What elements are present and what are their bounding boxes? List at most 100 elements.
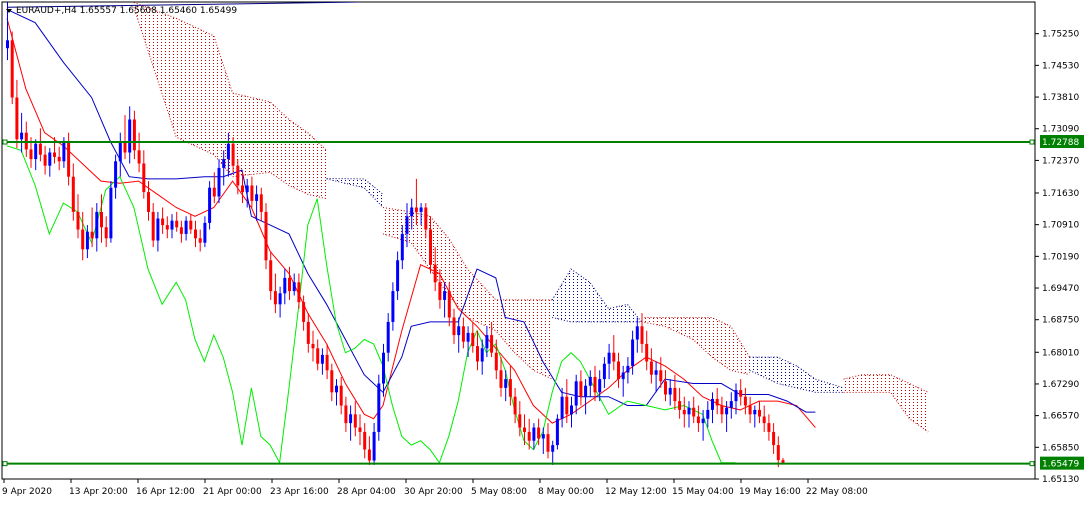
candle-body	[236, 165, 240, 186]
candle-body	[584, 385, 588, 397]
x-tick-label: 9 Apr 2020	[2, 487, 52, 497]
price-chart[interactable]: 1.72788 1.65479 1.75250 1.74530 1.73810 1.73…	[0, 0, 1086, 501]
candle-body	[579, 381, 583, 397]
chart-canvas[interactable]: 1.72788 1.65479 1.75250 1.74530 1.73810 1.73…	[0, 0, 1086, 501]
candle-body	[76, 211, 80, 230]
candle-body	[175, 220, 179, 228]
candle	[10, 31, 14, 105]
candle-body	[532, 427, 536, 441]
candle-body	[95, 211, 99, 239]
candle-body	[128, 119, 132, 153]
candle-body	[673, 387, 677, 402]
candle-body	[457, 326, 461, 336]
candle-body	[297, 282, 301, 303]
candle	[264, 203, 268, 270]
candle-body	[85, 231, 89, 250]
candle-body	[90, 231, 94, 239]
candle-body	[43, 154, 47, 166]
candle-body	[269, 260, 273, 292]
x-tick-label: 30 Apr 20:00	[404, 487, 463, 497]
x-tick-label: 23 Apr 16:00	[270, 487, 329, 497]
candle	[109, 181, 113, 243]
candle-body	[508, 379, 512, 397]
candle-body	[588, 376, 592, 386]
x-tick-label: 12 May 12:00	[605, 487, 667, 497]
symbol-header: EURAUD+,H4 1.65557 1.65608 1.65460 1.654…	[6, 6, 237, 16]
level-price-label: 1.65479	[1042, 460, 1079, 470]
candle-body	[725, 407, 729, 415]
candle-body	[748, 405, 752, 415]
x-tick-label: 5 May 08:00	[471, 487, 527, 497]
candle-body	[382, 352, 385, 384]
x-tick-label: 19 May 16:00	[739, 487, 801, 497]
candle-body	[288, 277, 291, 292]
candle	[208, 181, 212, 230]
candle-body	[198, 238, 202, 243]
y-tick-label: 1.69470	[1042, 284, 1079, 294]
candle-body	[602, 363, 606, 380]
level-handle[interactable]	[1029, 461, 1035, 467]
level-handle[interactable]	[1029, 139, 1035, 145]
candle-body	[494, 352, 498, 371]
candle-body	[541, 434, 545, 439]
candle-body	[720, 405, 724, 415]
candle-body	[208, 187, 212, 223]
candle-body	[6, 40, 9, 49]
x-tick-label: 8 May 00:00	[538, 487, 594, 497]
y-tick-label: 1.68010	[1042, 348, 1079, 358]
candle-body	[15, 97, 19, 140]
candle-body	[203, 222, 207, 243]
candle-body	[62, 141, 66, 162]
y-tick-label: 1.75250	[1042, 30, 1079, 40]
y-tick-label: 1.74530	[1042, 61, 1079, 71]
symbol-info: EURAUD+,H4 1.65557 1.65608 1.65460 1.654…	[16, 6, 237, 16]
x-tick-label: 28 Apr 04:00	[337, 487, 396, 497]
candle-body	[429, 229, 432, 265]
candle-body	[480, 348, 484, 362]
candle-body	[593, 376, 597, 393]
candle-body	[490, 335, 494, 353]
candle-body	[668, 387, 672, 395]
candle-body	[123, 141, 127, 153]
level-handle[interactable]	[2, 139, 8, 145]
candle-body	[184, 220, 188, 234]
candle-body	[598, 379, 602, 393]
candle-body	[400, 233, 404, 261]
y-tick-label: 1.73810	[1042, 93, 1079, 103]
candle-body	[245, 185, 249, 193]
candle-body	[273, 291, 277, 305]
candle-body	[424, 207, 428, 230]
candle-body	[250, 185, 254, 201]
candle-body	[711, 398, 714, 410]
candle-body	[259, 194, 263, 212]
candle-body	[161, 218, 165, 226]
level-handle[interactable]	[2, 461, 8, 467]
candle-body	[471, 332, 475, 347]
candle-body	[104, 227, 108, 239]
candle-body	[109, 187, 113, 239]
candle-body	[447, 291, 451, 318]
y-tick-label: 1.71630	[1042, 189, 1079, 199]
candle-body	[555, 418, 559, 446]
candle-body	[377, 383, 381, 432]
level-price-label: 1.72788	[1042, 138, 1079, 148]
candle	[377, 374, 381, 441]
candle-body	[518, 414, 522, 428]
candle-body	[626, 365, 630, 373]
candle-body	[696, 416, 700, 424]
candle-body	[607, 352, 611, 364]
candle-body	[570, 405, 573, 415]
candle-body	[743, 396, 747, 406]
candle-body	[649, 361, 653, 375]
candle-body	[100, 211, 103, 228]
candle-body	[461, 326, 465, 342]
candle-body	[53, 152, 56, 157]
candle-body	[222, 159, 226, 168]
candle-body	[734, 390, 738, 402]
candle-body	[241, 185, 244, 193]
candle-body	[767, 423, 771, 432]
candle-body	[560, 396, 564, 419]
candle-body	[142, 163, 146, 193]
candle-body	[278, 293, 282, 305]
candle-body	[226, 143, 230, 160]
